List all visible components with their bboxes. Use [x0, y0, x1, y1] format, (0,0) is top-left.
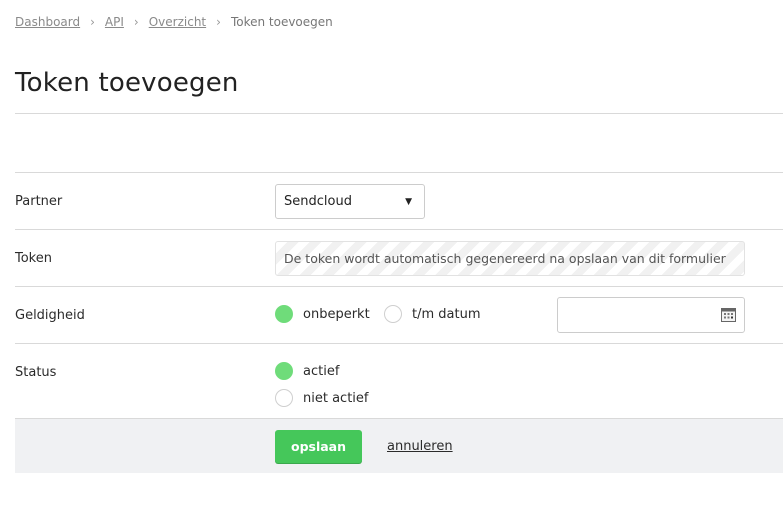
validity-date-input[interactable] [557, 297, 745, 333]
breadcrumb-separator-icon: › [90, 15, 95, 29]
token-label: Token [15, 251, 52, 266]
breadcrumb-link-api[interactable]: API [105, 15, 124, 29]
breadcrumb-separator-icon: › [216, 15, 221, 29]
radio-unselected-icon [275, 389, 293, 407]
status-option-inactive-label: niet actief [303, 390, 369, 406]
status-radio-active[interactable]: actief [275, 362, 339, 380]
partner-label: Partner [15, 194, 63, 209]
radio-selected-icon [275, 362, 293, 380]
status-option-active-label: actief [303, 363, 340, 379]
dropdown-arrow-icon: ▼ [405, 196, 412, 207]
status-label: Status [15, 365, 57, 380]
radio-selected-icon [275, 305, 293, 323]
token-form: Partner Sendcloud ▼ Token De token wordt… [15, 172, 783, 418]
radio-unselected-icon [384, 305, 402, 323]
form-row-token: Token De token wordt automatisch gegener… [15, 229, 783, 286]
breadcrumb-current: Token toevoegen [230, 15, 333, 29]
form-row-validity: Geldigheid onbeperkt t/m datum [15, 286, 783, 343]
status-radio-inactive[interactable]: niet actief [275, 389, 368, 407]
calendar-icon[interactable] [721, 307, 736, 322]
title-divider [15, 113, 783, 114]
breadcrumb-separator-icon: › [133, 15, 139, 29]
token-field-readonly: De token wordt automatisch gegenereerd n… [275, 241, 745, 276]
form-actions-bar: opslaan annuleren [15, 418, 783, 473]
cancel-link[interactable]: annuleren [387, 439, 453, 454]
validity-radio-until-date[interactable]: t/m datum [384, 305, 481, 323]
validity-radio-unlimited[interactable]: onbeperkt [275, 305, 370, 323]
breadcrumb-link-dashboard[interactable]: Dashboard [15, 15, 80, 29]
form-row-partner: Partner Sendcloud ▼ [15, 172, 783, 229]
save-button[interactable]: opslaan [275, 430, 362, 463]
breadcrumb: Dashboard › API › Overzicht › Token toev… [15, 15, 333, 29]
validity-option-until-date-label: t/m datum [412, 306, 481, 322]
validity-option-unlimited-label: onbeperkt [303, 306, 370, 322]
page-title: Token toevoegen [15, 68, 239, 98]
token-field-text: De token wordt automatisch gegenereerd n… [284, 251, 726, 266]
breadcrumb-link-overzicht[interactable]: Overzicht [149, 15, 206, 29]
form-row-status: Status actief niet actief [15, 343, 783, 418]
partner-select-value: Sendcloud [284, 194, 352, 209]
validity-label: Geldigheid [15, 308, 85, 323]
page: Dashboard › API › Overzicht › Token toev… [0, 0, 783, 513]
partner-select[interactable]: Sendcloud ▼ [275, 184, 425, 219]
